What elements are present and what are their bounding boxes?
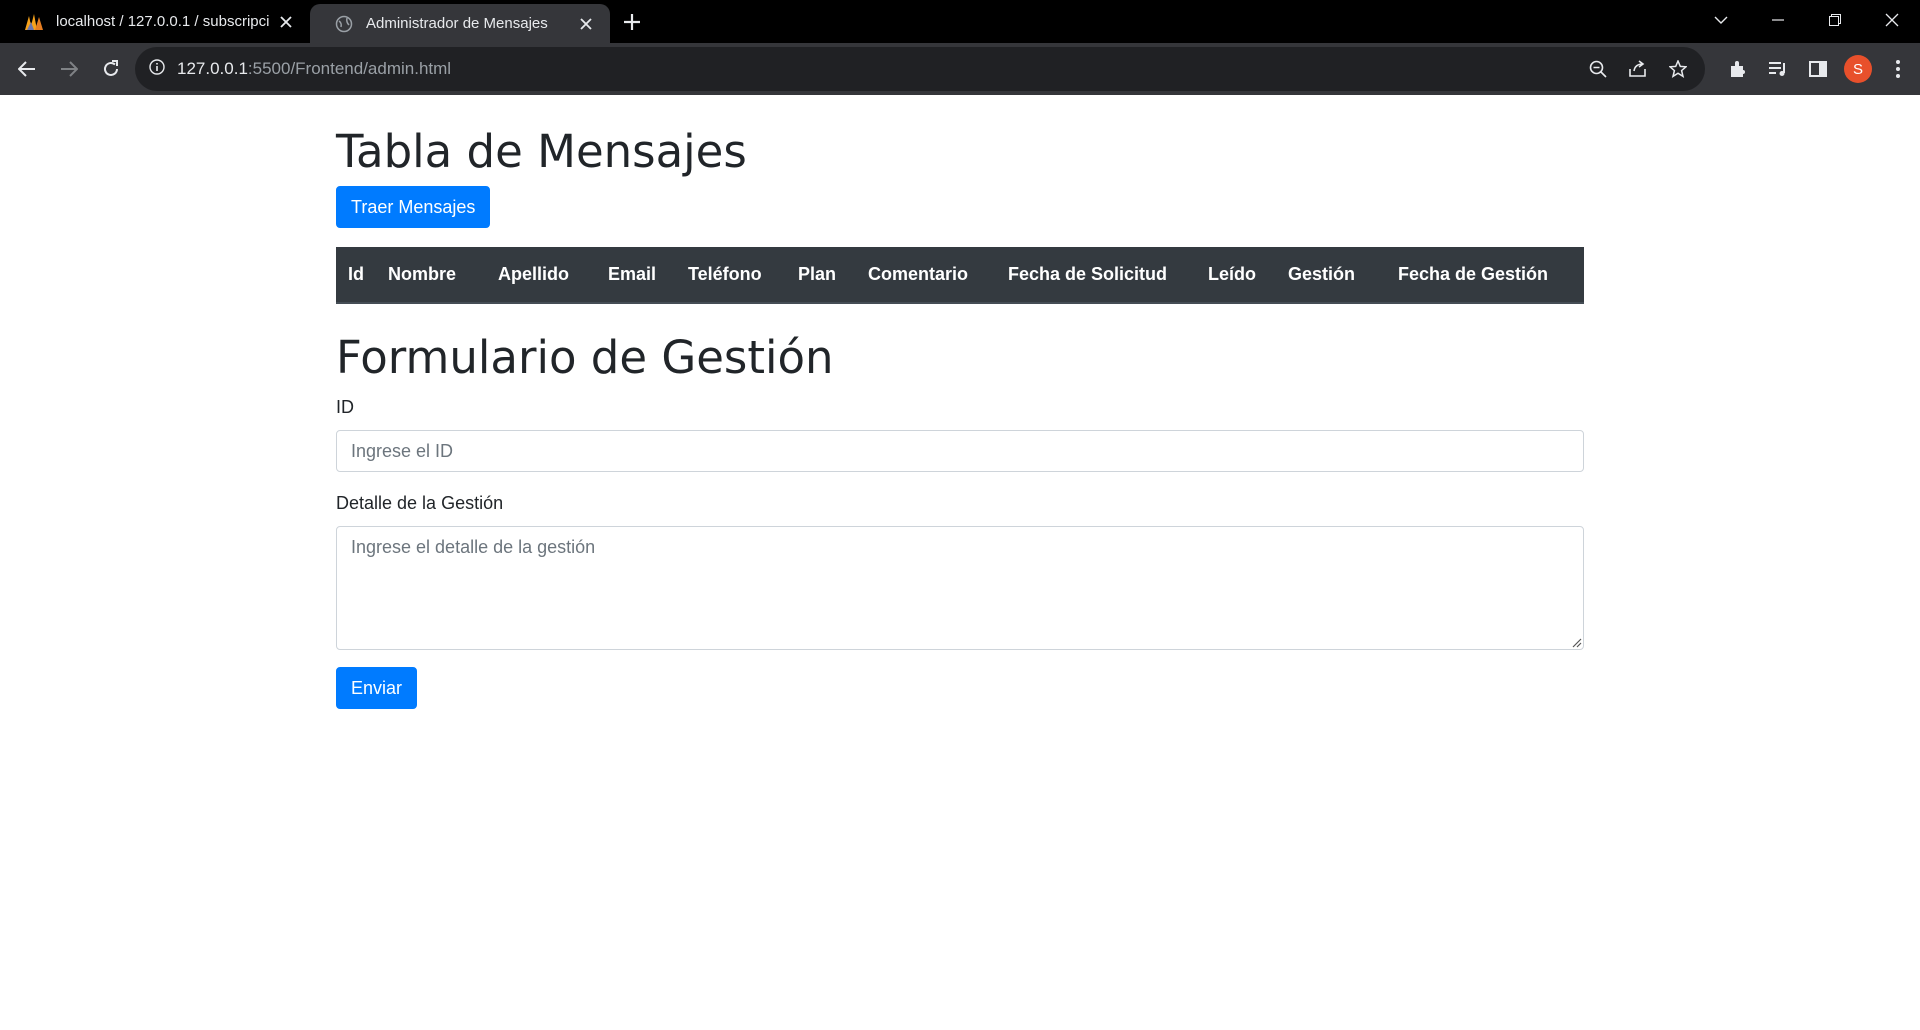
window-controls [1692,0,1920,40]
forward-button[interactable] [49,49,89,89]
table-header-cell: Email [596,247,676,304]
avatar: S [1844,55,1872,83]
table-header-cell: Id [336,247,376,304]
reload-button[interactable] [91,49,131,89]
id-label: ID [336,397,354,417]
address-bar-actions [1581,47,1695,91]
arrow-left-icon [18,61,35,77]
minimize-icon [1771,19,1784,21]
back-button[interactable] [7,49,47,89]
table-header-cell: Comentario [856,247,996,304]
plus-icon [624,13,640,30]
tab-title: Administrador de Mensajes [366,15,548,32]
address-bar[interactable]: 127.0.0.1:5500/Frontend/admin.html [135,47,1705,91]
close-window-button[interactable] [1863,0,1920,40]
phpmyadmin-favicon-icon [24,12,44,32]
url-text: 127.0.0.1:5500/Frontend/admin.html [177,59,451,79]
close-tab-icon[interactable] [576,14,596,34]
profile-button[interactable]: S [1838,49,1878,89]
detail-label: Detalle de la Gestión [336,493,504,513]
share-icon[interactable] [1621,52,1655,86]
media-playlist-icon[interactable] [1758,49,1798,89]
table-header-cell: Fecha de Gestión [1386,247,1584,304]
chevron-down-icon [1714,16,1727,24]
new-tab-button[interactable] [610,0,654,43]
globe-favicon-icon [334,14,354,34]
table-header-cell: Nombre [376,247,486,304]
page-title: Tabla de Mensajes [336,125,747,178]
submit-button[interactable]: Enviar [336,667,418,709]
url-host: 127.0.0.1 [177,59,248,78]
kebab-menu-icon[interactable] [1878,49,1918,89]
form-title: Formulario de Gestión [336,331,834,384]
table-header-cell: Fecha de Solicitud [996,247,1196,304]
bookmark-star-icon[interactable] [1661,52,1695,86]
table-header-cell: Apellido [486,247,596,304]
id-input[interactable] [336,430,1584,472]
table-header-cell: Leído [1196,247,1276,304]
messages-table: Id Nombre Apellido Email Teléfono Plan Comenta… [336,247,1584,304]
table-header-cell: Plan [786,247,856,304]
info-icon[interactable] [149,58,165,80]
fetch-messages-button[interactable]: Traer Mensajes [336,186,491,228]
table-header-cell: Teléfono [676,247,786,304]
arrow-right-icon [61,61,78,77]
browser-tab-admin[interactable]: Administrador de Mensajes [310,4,610,43]
browser-toolbar: 127.0.0.1:5500/Frontend/admin.html S [0,43,1920,95]
tab-search-button[interactable] [1692,0,1749,40]
restore-icon [1828,14,1841,26]
url-path: :5500/Frontend/admin.html [247,59,452,78]
tab-title: localhost / 127.0.0.1 / subscripci [56,13,270,30]
reload-icon [104,60,118,76]
table-header-row: Id Nombre Apellido Email Teléfono Plan Comenta… [336,247,1584,304]
detail-textarea[interactable] [336,526,1584,650]
browser-tab-strip: localhost / 127.0.0.1 / subscripci Admin… [0,0,1920,43]
toolbar-actions: S [1718,43,1920,95]
minimize-button[interactable] [1749,0,1806,40]
extensions-puzzle-icon[interactable] [1718,49,1758,89]
close-icon [1885,13,1898,27]
browser-tab-phpmyadmin[interactable]: localhost / 127.0.0.1 / subscripci [0,0,310,43]
table-header-cell: Gestión [1276,247,1386,304]
side-panel-icon[interactable] [1798,49,1838,89]
page-viewport: Tabla de Mensajes Traer Mensajes Id Nombr… [0,95,1920,1030]
close-tab-icon[interactable] [276,12,296,32]
zoom-out-icon[interactable] [1581,52,1615,86]
restore-button[interactable] [1806,0,1863,40]
resize-grip-icon[interactable] [1570,636,1582,648]
